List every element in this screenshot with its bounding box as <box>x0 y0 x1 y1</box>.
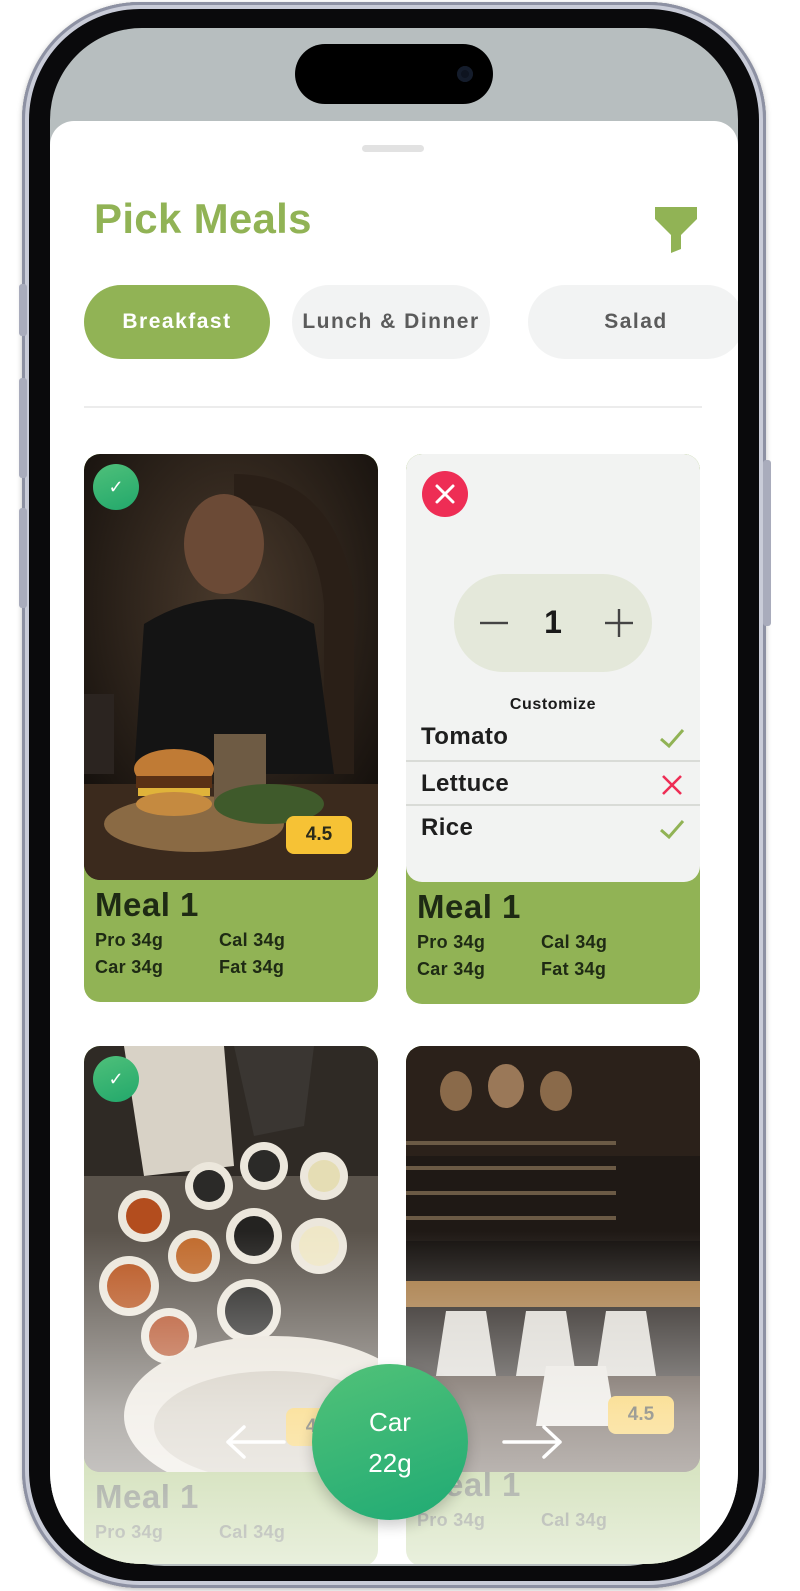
tab-breakfast[interactable]: Breakfast <box>84 285 270 359</box>
tab-salad[interactable]: Salad <box>528 285 738 359</box>
quantity-stepper: 1 <box>454 574 652 672</box>
macro-carbs: Car 34g <box>417 959 486 979</box>
selected-check-icon[interactable]: ✓ <box>93 1056 139 1102</box>
meal-info: Meal 1 Pro 34g Cal 34g Car 34g Fat 34g <box>95 886 375 978</box>
sheet-grabber[interactable] <box>362 145 424 152</box>
option-label: Lettuce <box>421 770 510 797</box>
arrow-left-icon[interactable] <box>224 1424 286 1460</box>
filter-icon[interactable] <box>653 205 699 253</box>
meal-card[interactable]: ✓ 4.5 Meal 1 Pro 34g Cal 34g Car 34g Fat… <box>84 454 378 1002</box>
rating-badge: 4.5 <box>608 1396 674 1434</box>
check-icon[interactable] <box>658 724 686 752</box>
customize-panel: 1 Customize Tomato Lettuce Rice <box>406 454 700 882</box>
macro-grid: Pro 34g Cal 34g <box>417 1510 697 1531</box>
macro-switcher-button[interactable]: Car 22g <box>312 1364 468 1520</box>
macro-grid: Pro 34g Cal 34g <box>95 1522 375 1543</box>
macro-carbs: Car 34g <box>95 957 164 977</box>
macro-fat: Fat 34g <box>219 957 285 977</box>
macro-fat: Fat 34g <box>541 959 607 979</box>
customize-label: Customize <box>509 696 597 713</box>
selected-check-icon[interactable]: ✓ <box>93 464 139 510</box>
check-icon[interactable] <box>658 815 686 843</box>
close-icon[interactable] <box>422 471 468 517</box>
meal-picker-sheet: Pick Meals Breakfast Lunch & Dinner Sala… <box>50 121 738 1564</box>
app-screen: Pick Meals Breakfast Lunch & Dinner Sala… <box>50 28 738 1564</box>
macro-grid: Pro 34g Cal 34g Car 34g Fat 34g <box>417 932 697 980</box>
macro-protein: Pro 34g <box>95 930 164 950</box>
option-divider <box>406 804 700 806</box>
action-button <box>19 284 27 336</box>
macro-protein: Pro 34g <box>417 932 486 952</box>
macro-switcher-label: Car <box>369 1407 411 1437</box>
option-label: Tomato <box>421 723 509 750</box>
macro-switcher-value: 22g <box>368 1448 412 1478</box>
page-title: Pick Meals <box>94 195 312 242</box>
macro-protein: Pro 34g <box>95 1522 164 1542</box>
macro-calories: Cal 34g <box>219 930 286 950</box>
macro-protein: Pro 34g <box>417 1510 486 1530</box>
option-divider <box>406 760 700 762</box>
power-button <box>763 460 771 626</box>
macro-grid: Pro 34g Cal 34g Car 34g Fat 34g <box>95 930 375 978</box>
tab-label: Lunch & Dinner <box>302 310 480 333</box>
meal-card[interactable]: 1 Customize Tomato Lettuce Rice Meal 1 P… <box>406 454 700 1004</box>
macro-calories: Cal 34g <box>541 932 608 952</box>
option-label: Rice <box>421 814 474 841</box>
divider <box>84 406 702 408</box>
volume-up-button <box>19 378 27 478</box>
volume-down-button <box>19 508 27 608</box>
macro-calories: Cal 34g <box>541 1510 608 1530</box>
arrow-right-icon[interactable] <box>502 1424 564 1460</box>
meal-info: Meal 1 Pro 34g Cal 34g Car 34g Fat 34g <box>417 888 697 980</box>
macro-calories: Cal 34g <box>219 1522 286 1542</box>
tab-label: Breakfast <box>122 310 232 333</box>
meal-name: Meal 1 <box>417 888 521 925</box>
tab-lunch-dinner[interactable]: Lunch & Dinner <box>292 285 490 359</box>
option-row[interactable]: Rice <box>406 807 700 851</box>
plus-icon[interactable] <box>604 608 634 638</box>
tab-label: Salad <box>604 310 668 333</box>
front-camera <box>457 66 473 82</box>
rating-badge: 4.5 <box>286 816 352 854</box>
option-row[interactable]: Tomato <box>406 716 700 760</box>
cross-icon[interactable] <box>658 771 686 799</box>
meal-name: Meal 1 <box>95 886 199 923</box>
dynamic-island <box>295 44 493 104</box>
option-row[interactable]: Lettuce <box>406 763 700 807</box>
